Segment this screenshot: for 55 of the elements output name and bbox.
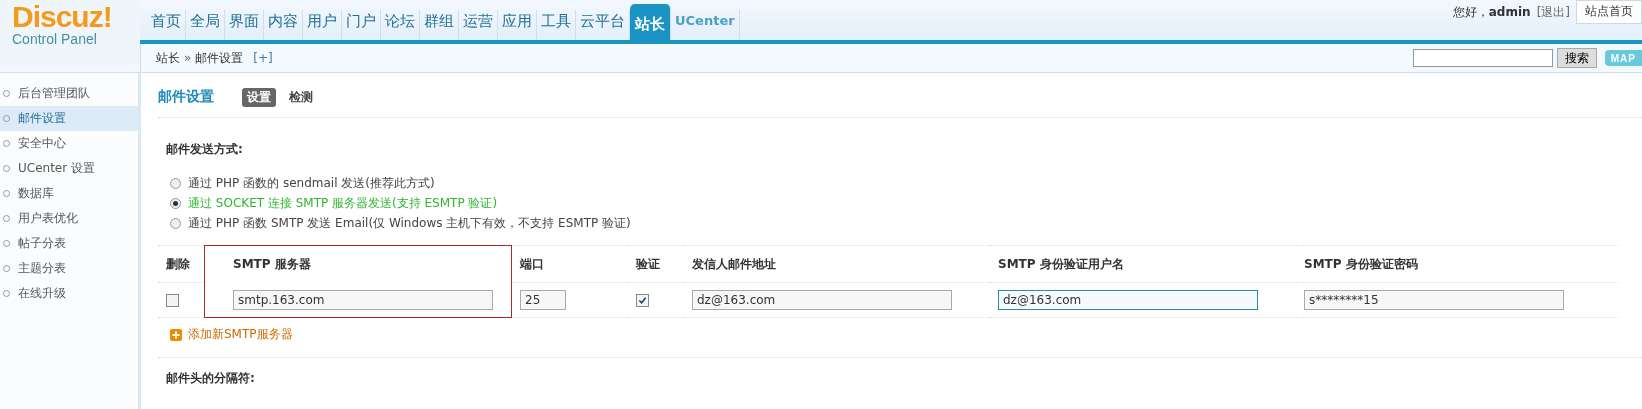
breadcrumb-separator: » <box>184 51 192 65</box>
sub-tab[interactable]: 检测 <box>284 87 318 107</box>
nav-tab[interactable]: 界面 <box>225 10 264 40</box>
add-shortcut-link[interactable]: [+] <box>253 51 273 65</box>
page-title: 邮件设置 <box>158 88 214 106</box>
smtp-server-field[interactable]: smtp.163.com <box>233 289 493 310</box>
section-label: 邮件头的分隔符: <box>158 357 1642 387</box>
sidebar-item[interactable]: 数据库 <box>0 181 138 206</box>
smtp-password-field[interactable]: s********15 <box>1304 290 1564 310</box>
search-button[interactable]: 搜索 <box>1556 48 1597 68</box>
plus-icon <box>170 328 182 341</box>
radio-option[interactable]: 通过 PHP 函数的 sendmail 发送(推荐此方式) <box>170 174 1642 193</box>
sidebar-item[interactable]: 后台管理团队 <box>0 81 138 106</box>
auth-checkbox[interactable] <box>636 294 649 307</box>
sidebar-item[interactable]: 用户表优化 <box>0 206 138 231</box>
delete-checkbox[interactable] <box>166 294 179 307</box>
sidebar-item[interactable]: 安全中心 <box>0 131 138 156</box>
nav-tab[interactable]: 论坛 <box>381 10 420 40</box>
smtp-username-field[interactable]: dz@163.com <box>998 290 1258 310</box>
column-header: SMTP 身份验证用户名 <box>998 256 1124 271</box>
column-header: 验证 <box>636 256 660 271</box>
nav-tab[interactable]: 全局 <box>186 10 225 40</box>
column-header: SMTP 服务器 <box>233 256 311 271</box>
sub-tab[interactable]: 设置 <box>242 87 276 107</box>
site-home-link[interactable]: 站点首页 <box>1576 0 1642 24</box>
sidebar-item[interactable]: 帖子分表 <box>0 231 138 256</box>
column-header: 端口 <box>520 256 544 271</box>
nav-tab[interactable]: 群组 <box>420 10 459 40</box>
radio-option[interactable]: 通过 PHP 函数 SMTP 发送 Email(仅 Windows 主机下有效，不支持 ESMTP 验证) <box>170 214 1642 233</box>
sender-email-field[interactable]: dz@163.com <box>692 290 952 310</box>
greeting-text: 您好，admin <box>1452 4 1531 21</box>
section-label: 邮件发送方式: <box>165 141 244 158</box>
breadcrumb-item[interactable]: 站长 <box>156 49 180 67</box>
nav-tab[interactable]: 工具 <box>537 10 576 40</box>
add-smtp-server-link[interactable]: 添加新SMTP服务器 <box>158 318 293 357</box>
column-header: 发信人邮件地址 <box>692 256 776 271</box>
sidebar-item[interactable]: 在线升级 <box>0 281 138 306</box>
logout-link[interactable]: [退出] <box>1536 4 1570 21</box>
nav-tab[interactable]: 站长 <box>630 4 671 40</box>
logo-title: Discuz! <box>12 3 113 31</box>
nav-tab[interactable]: 用户 <box>303 10 342 40</box>
sidebar-item[interactable]: UCenter 设置 <box>0 156 138 181</box>
sidebar-item[interactable]: 主题分表 <box>0 256 138 281</box>
sidebar-item[interactable]: 邮件设置 <box>0 106 138 131</box>
nav-tab[interactable]: 首页 <box>147 10 186 40</box>
port-field[interactable]: 25 <box>520 290 566 310</box>
logo-subtitle: Control Panel <box>12 31 98 47</box>
column-header: 删除 <box>166 256 190 271</box>
breadcrumb-current: 邮件设置 <box>195 49 244 67</box>
nav-tab[interactable]: 门户 <box>342 10 381 40</box>
nav-tab[interactable]: 应用 <box>498 10 537 40</box>
column-header: SMTP 身份验证密码 <box>1304 256 1418 271</box>
nav-tab[interactable]: 运营 <box>459 10 498 40</box>
search-field[interactable] <box>1412 49 1553 67</box>
nav-tab[interactable]: 内容 <box>264 10 303 40</box>
